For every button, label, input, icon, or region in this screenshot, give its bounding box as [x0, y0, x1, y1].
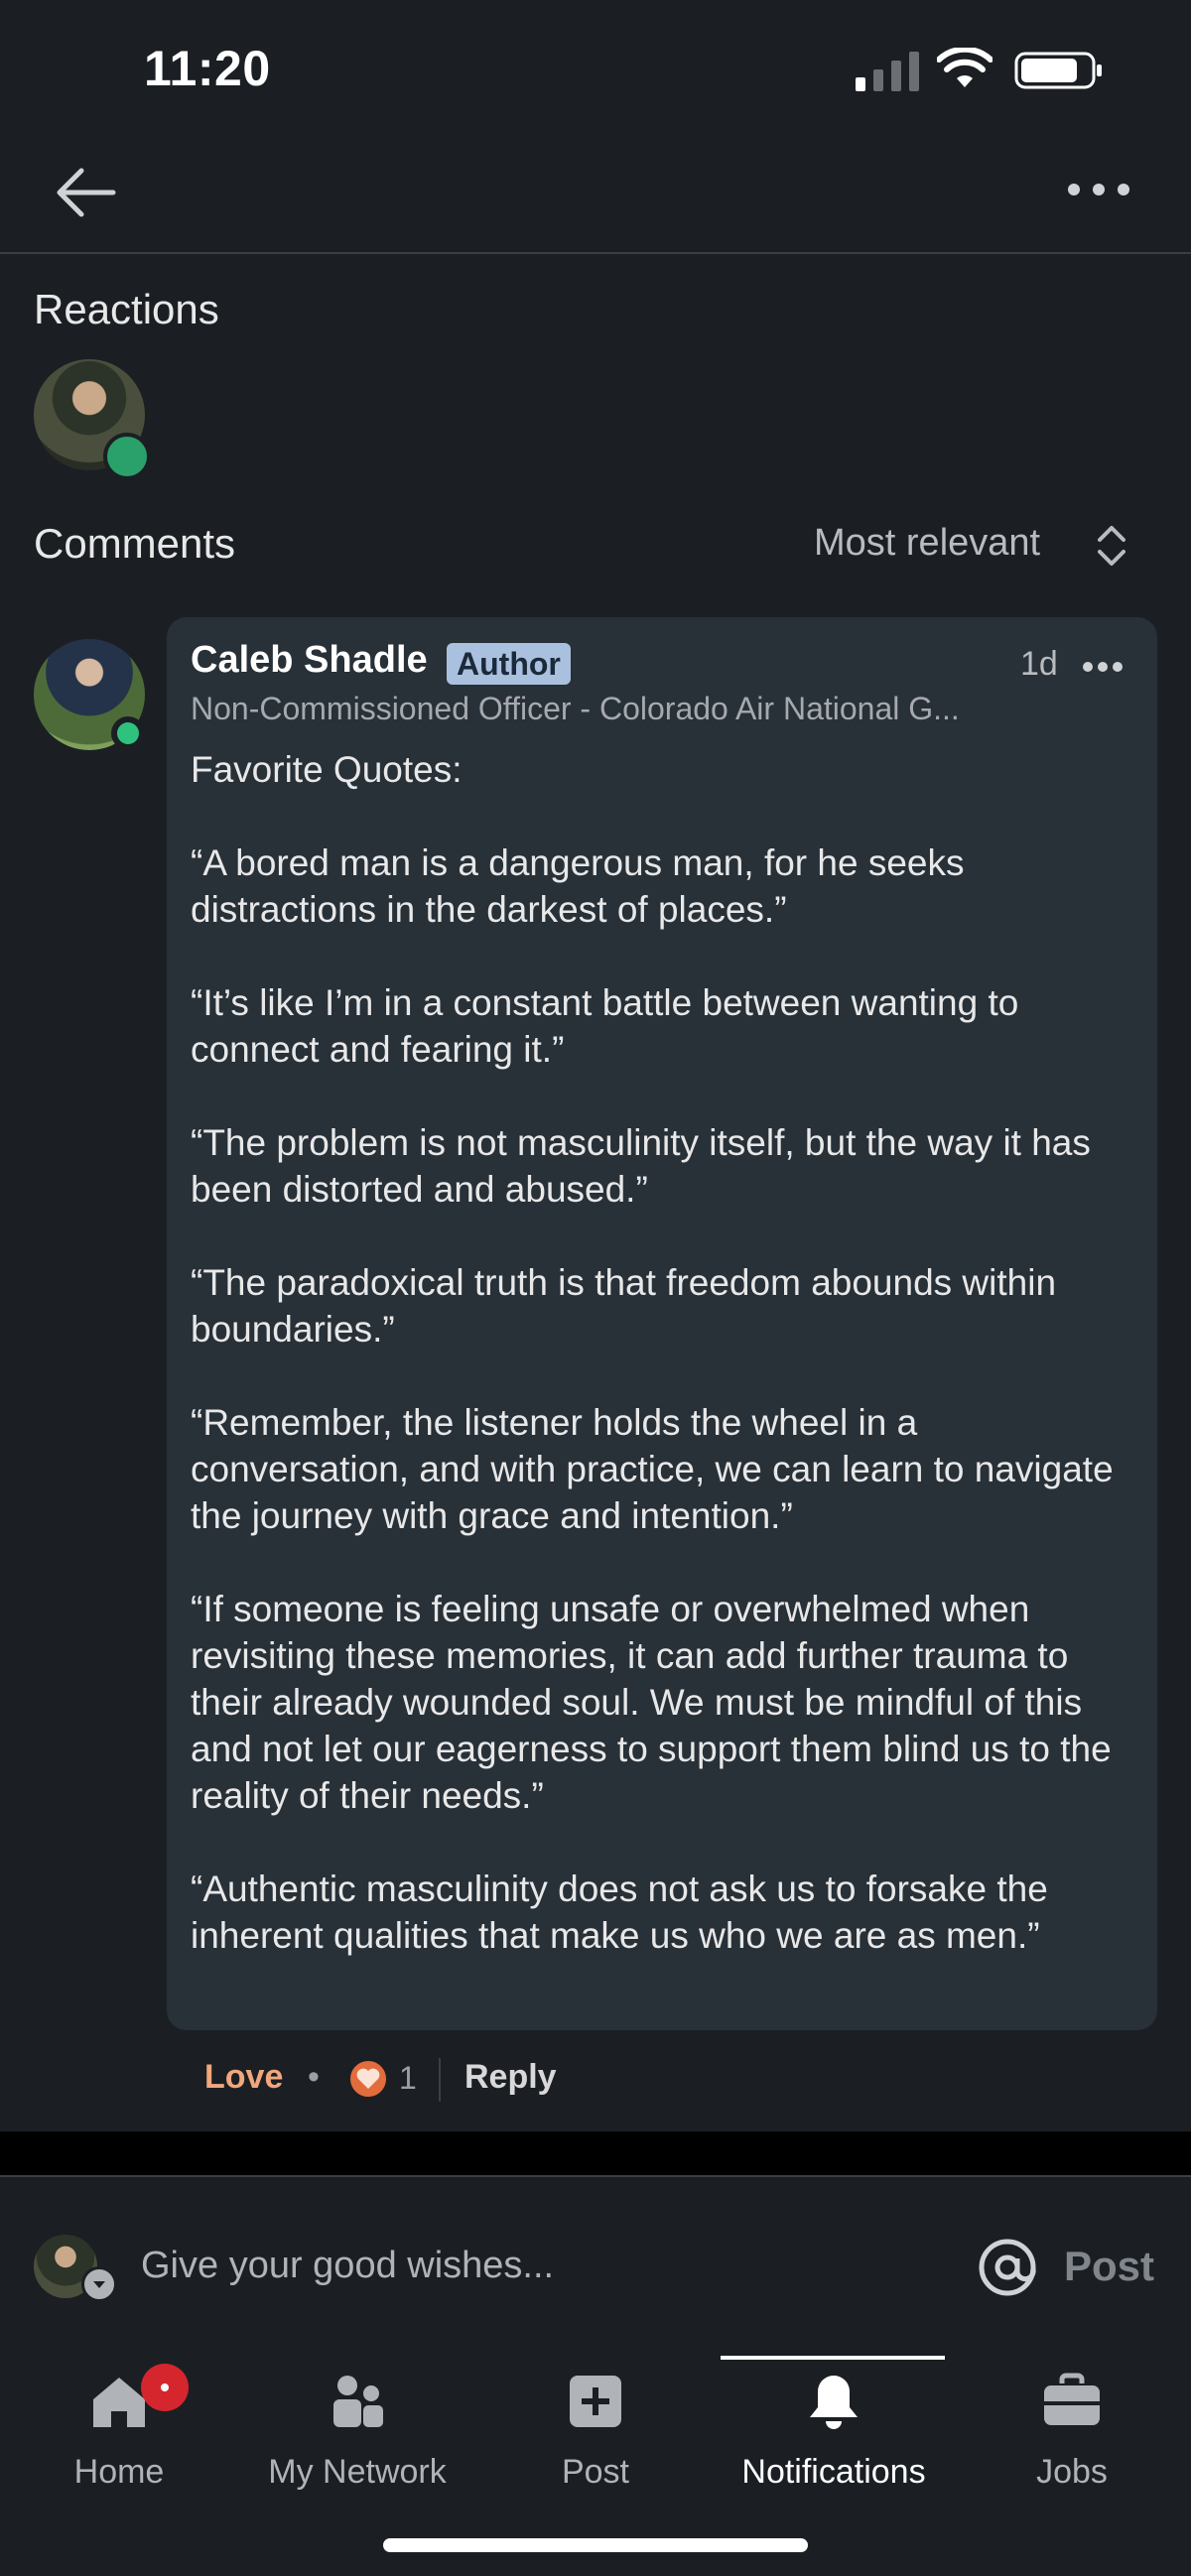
action-separator: •: [308, 2058, 320, 2096]
comment-paragraph: “A bored man is a dangerous man, for he …: [191, 842, 965, 930]
comment-paragraph: “The paradoxical truth is that freedom a…: [191, 1262, 1057, 1350]
header-divider: [0, 252, 1191, 254]
sort-dropdown[interactable]: Most relevant: [814, 522, 1040, 565]
tab-post[interactable]: Post: [496, 2362, 695, 2491]
online-status-icon: [111, 716, 145, 750]
comment-more-icon[interactable]: [1082, 659, 1124, 675]
celebrate-reaction-icon: [103, 433, 151, 480]
battery-icon: [1014, 52, 1102, 89]
comment-paragraph: “Authentic masculinity does not ask us t…: [191, 1868, 1048, 1956]
tab-label: Notifications: [741, 2453, 926, 2491]
reply-button[interactable]: Reply: [464, 2058, 557, 2097]
more-options-icon[interactable]: [1064, 175, 1133, 204]
comment-paragraph: “Remember, the listener holds the wheel …: [191, 1402, 1114, 1536]
notification-dot: [141, 2364, 189, 2411]
sort-chevrons-icon[interactable]: [1094, 522, 1129, 570]
chevron-down-icon[interactable]: [81, 2266, 117, 2302]
bell-icon: [810, 2376, 858, 2429]
cellular-signal-icon: [856, 52, 919, 91]
post-comment-button[interactable]: Post: [1064, 2243, 1154, 2290]
love-heart-icon[interactable]: [347, 2058, 389, 2100]
comment-paragraph: “If someone is feeling unsafe or overwhe…: [191, 1589, 1112, 1816]
tab-notifications[interactable]: Notifications: [734, 2362, 933, 2491]
home-icon: [93, 2378, 145, 2427]
comment-input[interactable]: Give your good wishes...: [141, 2245, 836, 2287]
tab-label: Post: [561, 2453, 630, 2491]
wifi-icon: [937, 48, 992, 87]
author-badge: Author: [447, 643, 571, 685]
post-plus-icon: [570, 2376, 621, 2427]
back-arrow-icon[interactable]: [52, 159, 119, 226]
tab-label: My Network: [268, 2453, 447, 2491]
comments-heading: Comments: [34, 520, 236, 567]
comment-timestamp: 1d: [1020, 645, 1058, 683]
tab-jobs[interactable]: Jobs: [973, 2362, 1171, 2491]
comment-paragraph: “It’s like I’m in a constant battle betw…: [191, 982, 1019, 1070]
active-tab-indicator: [721, 2356, 945, 2360]
reactions-heading: Reactions: [34, 286, 219, 332]
tab-label: Home: [73, 2453, 165, 2491]
comment-author-headline: Non-Commissioned Officer - Colorado Air …: [191, 691, 960, 726]
tab-label: Jobs: [1036, 2453, 1108, 2491]
section-separator: [0, 2131, 1191, 2175]
comment-paragraph: Favorite Quotes:: [191, 749, 463, 790]
briefcase-icon: [1044, 2373, 1100, 2425]
reaction-count[interactable]: 1: [399, 2060, 417, 2097]
comment-body: Favorite Quotes: “A bored man is a dange…: [191, 746, 1133, 1959]
network-icon: [333, 2376, 383, 2427]
home-indicator: [383, 2538, 808, 2552]
love-reaction-button[interactable]: Love: [204, 2058, 283, 2097]
tab-my-network[interactable]: My Network: [258, 2362, 457, 2491]
action-divider: [439, 2058, 441, 2102]
comment-author-name[interactable]: Caleb Shadle: [191, 639, 428, 682]
status-time: 11:20: [144, 41, 271, 96]
tab-home[interactable]: Home: [20, 2362, 218, 2491]
comment-paragraph: “The problem is not masculinity itself, …: [191, 1122, 1091, 1210]
mention-at-icon[interactable]: [977, 2237, 1038, 2298]
